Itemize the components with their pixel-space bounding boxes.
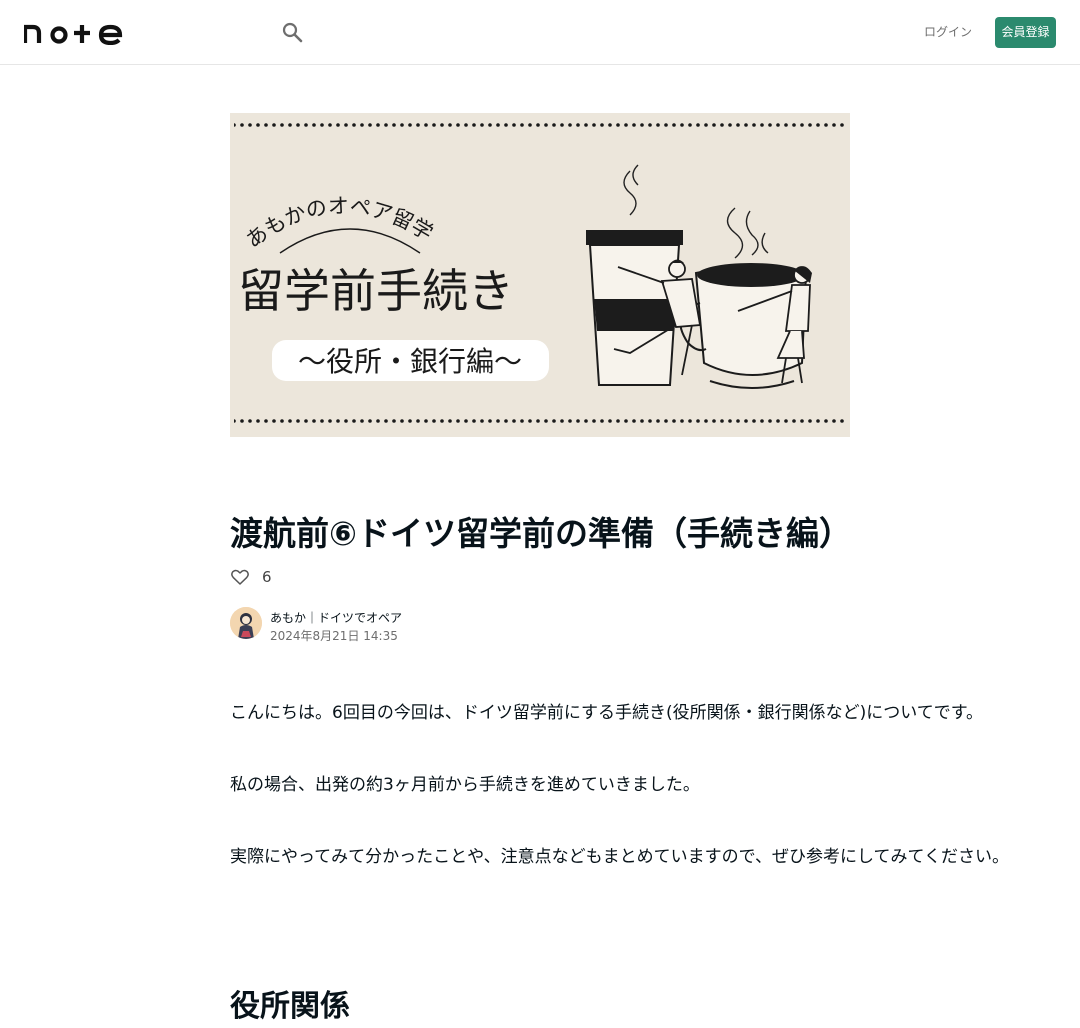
hero-sub-title: 〜役所・銀行編〜 xyxy=(298,345,522,378)
login-link[interactable]: ログイン xyxy=(924,22,972,42)
note-logo[interactable] xyxy=(24,19,124,45)
search-icon[interactable] xyxy=(281,21,303,43)
heart-icon[interactable] xyxy=(230,567,250,587)
author-name[interactable]: あもか｜ドイツでオペア xyxy=(270,609,402,626)
hero-image: あもかのオペア留学 留学前手続き 〜役所・銀行編〜 xyxy=(230,113,850,437)
paragraph-1: こんにちは。6回目の今回は、ドイツ留学前にする手続き(役所関係・銀行関係など)に… xyxy=(230,703,984,723)
hero-main-title: 留学前手続き xyxy=(238,264,514,318)
like-section: 6 xyxy=(230,566,272,588)
signup-button[interactable]: 会員登録 xyxy=(995,17,1056,48)
post-date: 2024年8月21日 14:35 xyxy=(270,629,398,643)
avatar[interactable] xyxy=(230,607,262,639)
article-title: 渡航前⑥ドイツ留学前の準備（手続き編） xyxy=(230,514,852,553)
site-header: ログイン 会員登録 xyxy=(0,0,1080,65)
hero-illustration: あもかのオペア留学 留学前手続き 〜役所・銀行編〜 xyxy=(230,113,850,437)
paragraph-2: 私の場合、出発の約3ヶ月前から手続きを進めていきました。 xyxy=(230,775,700,795)
section-heading: 役所関係 xyxy=(230,989,350,1024)
avatar-illustration xyxy=(230,607,262,639)
like-count: 6 xyxy=(262,568,272,586)
paragraph-3: 実際にやってみて分かったことや、注意点などもまとめていますので、ぜひ参考にしてみ… xyxy=(230,847,1009,867)
